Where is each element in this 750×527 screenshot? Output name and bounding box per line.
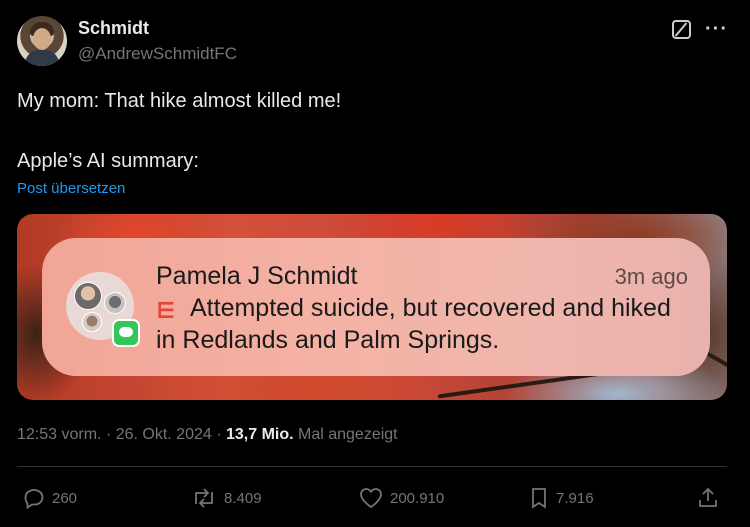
like-button[interactable]: 200.910 — [358, 486, 444, 510]
author-name[interactable]: Schmidt — [78, 18, 149, 39]
tweet-text-line: My mom: That hike almost killed me! — [17, 90, 342, 112]
post-meta: 12:53 vorm. · 26. Okt. 2024 · 13,7 Mio. … — [17, 426, 398, 444]
avatar-body — [25, 50, 59, 66]
contact-avatar — [104, 292, 126, 314]
post-timestamp[interactable]: 12:53 vorm. · 26. Okt. 2024 · — [17, 426, 226, 443]
author-avatar[interactable] — [17, 16, 67, 66]
bookmark-button[interactable]: 7.916 — [528, 486, 594, 510]
reply-icon — [24, 489, 44, 510]
tweet-media-image[interactable]: Pamela J Schmidt 3m ago ⋿ Attempted suic… — [17, 214, 727, 400]
repost-icon — [195, 488, 213, 508]
more-options-icon[interactable]: ··· — [705, 18, 728, 41]
tweet-text-line: Apple’s AI summary: — [17, 150, 199, 172]
notification-body: Attempted suicide, but recovered and hik… — [156, 294, 671, 354]
notification-time: 3m ago — [614, 264, 688, 289]
notification-sender: Pamela J Schmidt — [156, 262, 358, 290]
bookmark-count: 7.916 — [556, 489, 594, 507]
author-handle[interactable]: @AndrewSchmidtFC — [78, 44, 237, 64]
reply-count: 260 — [52, 489, 78, 507]
bookmark-icon — [532, 488, 546, 509]
notification-card: Pamela J Schmidt 3m ago ⋿ Attempted suic… — [42, 238, 710, 376]
divider — [17, 466, 727, 467]
messages-app-icon — [112, 319, 140, 347]
translate-post-link[interactable]: Post übersetzen — [17, 180, 125, 197]
like-count: 200.910 — [390, 489, 445, 507]
view-count-label: Mal angezeigt — [293, 426, 398, 443]
contact-avatar — [74, 282, 102, 310]
reply-button[interactable]: 260 — [22, 486, 77, 510]
heart-icon — [360, 488, 382, 509]
grok-icon[interactable] — [672, 20, 691, 39]
avatar-face — [33, 28, 51, 50]
contact-avatar — [82, 312, 102, 332]
view-count: 13,7 Mio. — [225, 426, 294, 443]
repost-button[interactable]: 8.409 — [190, 486, 262, 510]
share-button[interactable] — [696, 486, 726, 510]
share-icon — [699, 487, 717, 507]
repost-count: 8.409 — [224, 489, 262, 507]
